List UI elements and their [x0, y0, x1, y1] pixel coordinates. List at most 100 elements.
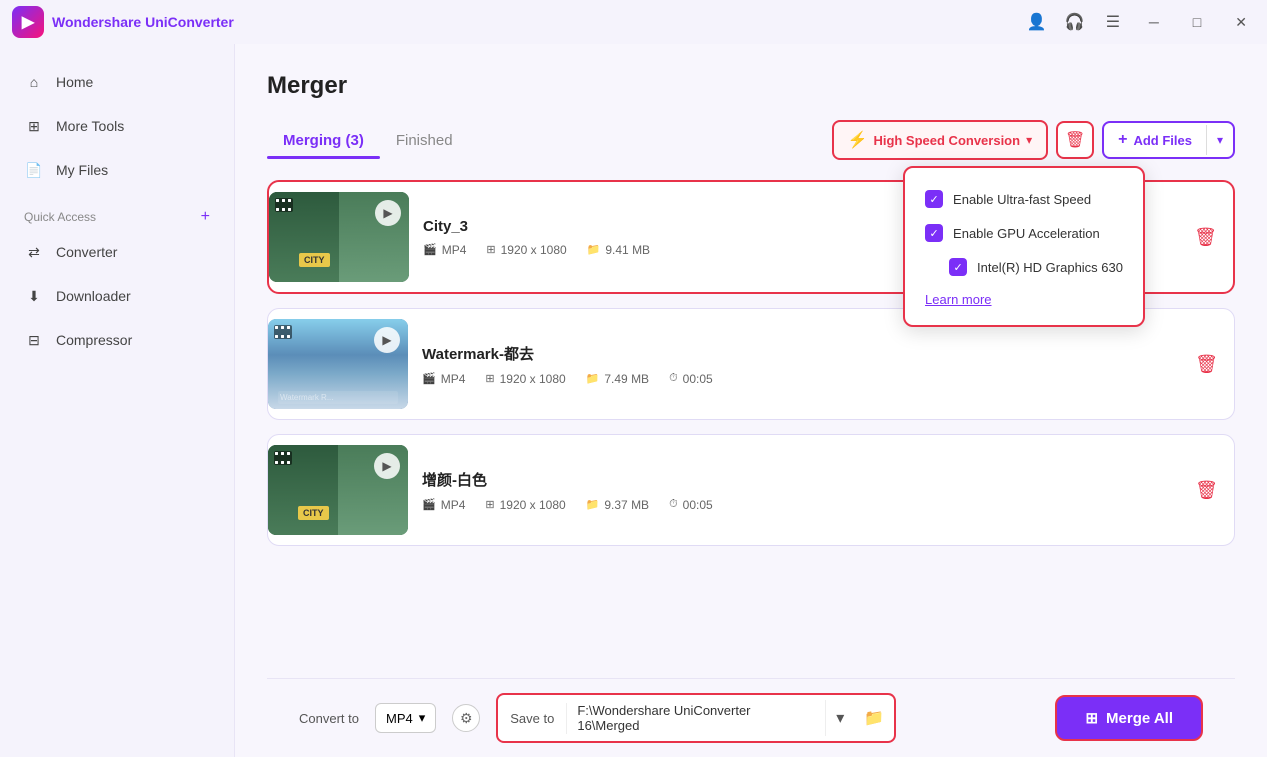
enable-gpu-item[interactable]: ✓ Enable GPU Acceleration [921, 216, 1127, 250]
ultrafast-checkbox[interactable]: ✓ [925, 190, 943, 208]
format-icon: 🎬 [422, 372, 436, 385]
sidebar: ⌂ Home ⊞ More Tools 📄 My Files Quick Acc… [0, 44, 235, 757]
downloader-icon: ⬇ [24, 286, 44, 306]
sidebar-item-home[interactable]: ⌂ Home [0, 60, 234, 104]
format-meta: 🎬 MP4 [422, 498, 465, 512]
duration-icon: ⏱ [669, 498, 678, 511]
delete-all-button[interactable]: 🗑 [1056, 121, 1094, 159]
tabs-toolbar: Merging (3) Finished ⚡ High Speed Conver… [267, 120, 1235, 160]
menu-icon[interactable]: ☰ [1103, 12, 1123, 32]
format-meta: 🎬 MP4 [423, 243, 466, 257]
titlebar: ▶ Wondershare UniConverter 👤 🎧 ☰ ─ □ ✕ [0, 0, 1267, 44]
quick-access-label: Quick Access [24, 210, 96, 224]
settings-button[interactable]: ⚙ [452, 704, 480, 732]
hsc-label: High Speed Conversion [873, 133, 1020, 148]
titlebar-controls: 👤 🎧 ☰ ─ □ ✕ [1027, 10, 1255, 35]
sidebar-item-label: Downloader [56, 288, 131, 304]
format-value: MP4 [386, 711, 413, 726]
folder-button[interactable]: 📁 [854, 700, 894, 736]
film-strip-icon [274, 325, 292, 344]
play-button[interactable]: ▶ [374, 327, 400, 353]
resolution-icon: ⊞ [486, 243, 495, 256]
enable-ultrafast-item[interactable]: ✓ Enable Ultra-fast Speed [921, 182, 1127, 216]
file-card: CITY ▶ 增颜-白色 🎬 MP4 [267, 434, 1235, 546]
file-meta: 🎬 MP4 ⊞ 1920 x 1080 📁 7.49 MB ⏱ [422, 372, 1181, 386]
save-to-arrow[interactable]: ▾ [825, 700, 854, 736]
add-files-main[interactable]: + Add Files [1104, 123, 1206, 157]
sidebar-item-label: My Files [56, 162, 108, 178]
gpu-checkbox[interactable]: ✓ [925, 224, 943, 242]
play-button[interactable]: ▶ [375, 200, 401, 226]
save-to-group: Save to F:\Wondershare UniConverter 16\M… [496, 693, 896, 743]
file-name: 增颜-白色 [422, 469, 1181, 490]
close-button[interactable]: ✕ [1227, 10, 1255, 35]
play-icon: ▶ [382, 333, 391, 347]
play-icon: ▶ [383, 206, 392, 220]
learn-more-link[interactable]: Learn more [921, 284, 1127, 311]
quick-access-add-button[interactable]: + [201, 208, 210, 226]
format-meta: 🎬 MP4 [422, 372, 465, 386]
high-speed-dropdown: ✓ Enable Ultra-fast Speed ✓ Enable GPU A… [903, 166, 1145, 327]
format-icon: 🎬 [422, 498, 436, 511]
merge-icon: ⊞ [1085, 709, 1098, 727]
minimize-button[interactable]: ─ [1141, 10, 1167, 34]
sidebar-item-label: More Tools [56, 118, 124, 134]
merge-label: Merge All [1106, 710, 1173, 727]
converter-icon: ⇄ [24, 242, 44, 262]
duration-icon: ⏱ [669, 372, 678, 385]
film-strip-icon [275, 198, 293, 217]
sidebar-item-compressor[interactable]: ⊟ Compressor [0, 318, 234, 362]
plus-icon: + [1118, 131, 1127, 149]
resolution-meta: ⊞ 1920 x 1080 [485, 372, 565, 386]
app-logo: ▶ [12, 6, 44, 38]
tab-finished[interactable]: Finished [380, 124, 469, 157]
film-strip-icon [274, 451, 292, 470]
maximize-button[interactable]: □ [1185, 10, 1209, 34]
resolution-meta: ⊞ 1920 x 1080 [485, 498, 565, 512]
sidebar-item-label: Converter [56, 244, 117, 260]
app-name: Wondershare UniConverter [52, 14, 234, 30]
file-delete-button[interactable]: 🗑 [1194, 227, 1217, 248]
resolution-icon: ⊞ [485, 498, 494, 511]
merge-all-button[interactable]: ⊞ Merge All [1055, 695, 1203, 741]
intel-gpu-item[interactable]: ✓ Intel(R) HD Graphics 630 [921, 250, 1127, 284]
intel-checkbox[interactable]: ✓ [949, 258, 967, 276]
file-thumbnail: Watermark R... ▶ [268, 319, 408, 409]
sidebar-item-converter[interactable]: ⇄ Converter [0, 230, 234, 274]
file-thumbnail: CITY ▶ [269, 192, 409, 282]
size-meta: 📁 9.37 MB [586, 498, 649, 512]
ultrafast-label: Enable Ultra-fast Speed [953, 192, 1091, 207]
size-icon: 📁 [586, 372, 600, 385]
file-delete-button[interactable]: 🗑 [1195, 480, 1218, 501]
headset-icon[interactable]: 🎧 [1065, 12, 1085, 32]
add-files-button[interactable]: + Add Files ▾ [1102, 121, 1235, 159]
bottom-bar: Convert to MP4 ▾ ⚙ Save to F:\Wondershar… [267, 678, 1235, 757]
trash-icon: 🗑 [1065, 130, 1085, 150]
tab-actions: ⚡ High Speed Conversion ▾ 🗑 + Add Files … [832, 120, 1235, 160]
play-button[interactable]: ▶ [374, 453, 400, 479]
hsc-dropdown-arrow: ▾ [1026, 133, 1032, 147]
size-icon: 📁 [587, 243, 601, 256]
sidebar-item-downloader[interactable]: ⬇ Downloader [0, 274, 234, 318]
file-thumbnail: CITY ▶ [268, 445, 408, 535]
main-layout: ⌂ Home ⊞ More Tools 📄 My Files Quick Acc… [0, 44, 1267, 757]
format-icon: 🎬 [423, 243, 437, 256]
intel-label: Intel(R) HD Graphics 630 [977, 260, 1123, 275]
add-files-dropdown-arrow[interactable]: ▾ [1206, 125, 1233, 155]
compressor-icon: ⊟ [24, 330, 44, 350]
quick-access-section: Quick Access + [0, 200, 234, 230]
sidebar-item-more-tools[interactable]: ⊞ More Tools [0, 104, 234, 148]
high-speed-conversion-button[interactable]: ⚡ High Speed Conversion ▾ [832, 120, 1049, 160]
app-branding: ▶ Wondershare UniConverter [12, 6, 1011, 38]
sidebar-item-my-files[interactable]: 📄 My Files [0, 148, 234, 192]
size-icon: 📁 [586, 498, 600, 511]
file-delete-button[interactable]: 🗑 [1195, 354, 1218, 375]
duration-meta: ⏱ 00:05 [669, 372, 713, 386]
user-icon[interactable]: 👤 [1027, 12, 1047, 32]
save-to-label: Save to [498, 703, 567, 734]
tab-merging[interactable]: Merging (3) [267, 124, 380, 157]
tab-list: Merging (3) Finished [267, 124, 469, 157]
file-meta: 🎬 MP4 ⊞ 1920 x 1080 📁 9.37 MB ⏱ [422, 498, 1181, 512]
format-select[interactable]: MP4 ▾ [375, 703, 436, 733]
my-files-icon: 📄 [24, 160, 44, 180]
